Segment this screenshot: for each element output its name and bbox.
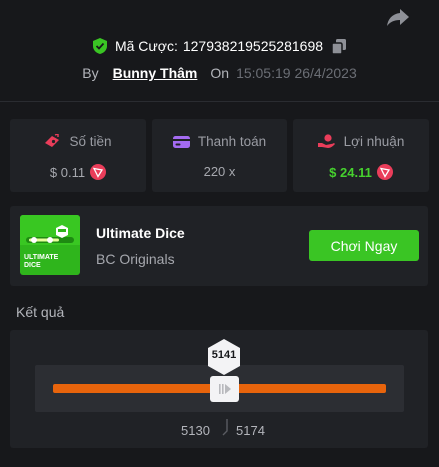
result-panel: 5141	[10, 330, 428, 448]
stat-label-profit: Lợi nhuận	[343, 134, 405, 149]
stat-value-profit: $ 24.11	[329, 164, 372, 180]
bettor-row: By Bunny Thâm On 15:05:19 26/4/2023	[0, 65, 439, 81]
share-icon[interactable]	[386, 6, 410, 28]
game-title: Ultimate Dice	[96, 225, 185, 241]
game-thumbnail[interactable]: ULTIMATE DICE	[20, 215, 80, 275]
stat-value-payout: 220 x	[203, 164, 236, 179]
range-high-value: 5174	[236, 423, 265, 438]
slider-handle[interactable]	[210, 376, 239, 402]
result-value-badge: 5141	[207, 338, 241, 376]
thumb-text-line1: ULTIMATE	[24, 254, 59, 261]
bet-id-value: 127938219525281698	[182, 38, 324, 54]
bet-id-row: Mã Cược: 127938219525281698	[0, 38, 439, 54]
bet-id-label: Mã Cược:	[114, 38, 178, 54]
wallet-icon	[172, 135, 190, 148]
grip-icon	[218, 384, 231, 394]
play-now-button[interactable]: Chơi Ngay	[309, 230, 419, 261]
stat-label-payout: Thanh toán	[197, 134, 267, 149]
stat-card-payout: Thanh toán 220 x	[152, 119, 287, 192]
bet-datetime: 15:05:19 26/4/2023	[236, 65, 357, 81]
range-low-value: 5130	[181, 423, 210, 438]
thumb-text-line2: DICE	[24, 262, 41, 269]
profit-hand-icon	[317, 134, 335, 148]
copy-icon[interactable]	[332, 38, 347, 54]
result-label: Kết quả	[16, 304, 65, 320]
stat-value-amount: $ 0.11	[49, 164, 86, 180]
verified-shield-icon	[92, 38, 107, 54]
stat-label-amount: Số tiền	[69, 134, 112, 149]
trx-coin-icon	[376, 164, 393, 180]
game-provider: BC Originals	[96, 251, 175, 267]
money-icon	[45, 134, 60, 147]
header-divider	[0, 101, 439, 102]
game-card: ULTIMATE DICE Ultimate Dice BC Originals…	[10, 206, 428, 286]
result-value: 5141	[211, 349, 237, 361]
stat-card-amount: Số tiền $ 0.11	[10, 119, 146, 192]
stat-card-profit: Lợi nhuận $ 24.11	[293, 119, 429, 192]
on-label: On	[210, 65, 230, 81]
trx-coin-icon	[90, 164, 107, 180]
user-name-link[interactable]: Bunny Thâm	[113, 65, 198, 81]
range-separator-icon	[222, 419, 228, 436]
by-label: By	[82, 65, 99, 81]
